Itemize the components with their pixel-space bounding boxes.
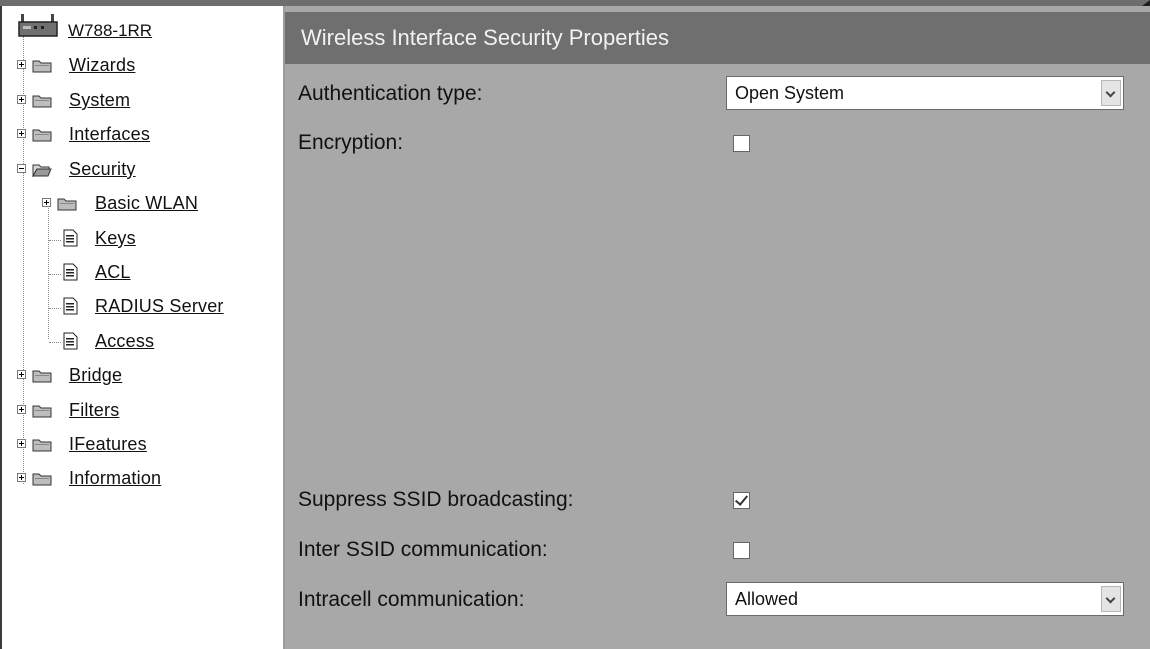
properties-panel: Wireless Interface Security Properties A… — [285, 6, 1150, 649]
folder-icon — [32, 370, 52, 383]
folder-icon — [32, 405, 52, 418]
tree-item-label[interactable]: IFeatures — [69, 434, 147, 455]
tree-item-label[interactable]: Security — [69, 159, 136, 180]
tree-item-radius-server[interactable]: RADIUS Server — [42, 296, 302, 320]
folder-icon — [32, 129, 52, 142]
document-icon — [63, 297, 78, 315]
plus-icon[interactable] — [17, 60, 26, 69]
inter-ssid-label: Inter SSID communication: — [298, 538, 548, 561]
plus-icon[interactable] — [17, 370, 26, 379]
tree-item-filters[interactable]: Filters — [17, 400, 277, 424]
tree-item-access[interactable]: Access — [42, 331, 302, 355]
document-icon — [63, 332, 78, 350]
inter-ssid-checkbox[interactable] — [733, 542, 750, 559]
tree-item-label[interactable]: Filters — [69, 400, 119, 421]
chevron-down-icon[interactable] — [1101, 80, 1121, 106]
tree-item-label[interactable]: Bridge — [69, 365, 122, 386]
auth-type-value: Open System — [735, 83, 845, 103]
intracell-value: Allowed — [735, 589, 799, 609]
encryption-label: Encryption: — [298, 131, 404, 154]
navigation-tree: W788-1RR Wizards System Interfaces Secur… — [0, 6, 283, 649]
tree-root[interactable]: W788-1RR — [18, 14, 238, 44]
document-icon — [63, 263, 78, 281]
tree-item-label[interactable]: RADIUS Server — [95, 296, 224, 317]
tree-item-basic-wlan[interactable]: Basic WLAN — [42, 193, 302, 217]
tree-item-label[interactable]: Interfaces — [69, 124, 150, 145]
intracell-label: Intracell communication: — [298, 588, 525, 611]
tree-item-bridge[interactable]: Bridge — [17, 365, 277, 389]
tree-item-information[interactable]: Information — [17, 468, 277, 492]
tree-item-acl[interactable]: ACL — [42, 262, 302, 286]
tree-item-system[interactable]: System — [17, 90, 277, 114]
tree-item-security[interactable]: Security — [17, 159, 277, 183]
tree-item-interfaces[interactable]: Interfaces — [17, 124, 277, 148]
tree-item-keys[interactable]: Keys — [42, 228, 302, 252]
folder-icon — [32, 95, 52, 108]
tree-item-label[interactable]: Information — [69, 468, 161, 489]
plus-icon[interactable] — [17, 405, 26, 414]
plus-icon[interactable] — [17, 473, 26, 482]
suppress-ssid-checkbox[interactable] — [733, 492, 750, 509]
folder-icon — [32, 473, 52, 486]
tree-item-ifeatures[interactable]: IFeatures — [17, 434, 277, 458]
intracell-select[interactable]: Allowed — [726, 582, 1124, 616]
plus-icon[interactable] — [17, 129, 26, 138]
tree-item-label[interactable]: ACL — [95, 262, 131, 283]
tree-item-label[interactable]: System — [69, 90, 130, 111]
folder-open-icon — [32, 164, 52, 177]
tree-item-label[interactable]: Access — [95, 331, 154, 352]
folder-icon — [32, 439, 52, 452]
folder-icon — [57, 198, 77, 211]
tree-item-wizards[interactable]: Wizards — [17, 55, 277, 79]
auth-type-label: Authentication type: — [298, 82, 483, 105]
minus-icon[interactable] — [17, 164, 26, 173]
device-icon — [18, 14, 58, 37]
encryption-checkbox[interactable] — [733, 135, 750, 152]
document-icon — [63, 229, 78, 247]
plus-icon[interactable] — [17, 439, 26, 448]
folder-icon — [32, 60, 52, 73]
tree-item-label[interactable]: Basic WLAN — [95, 193, 198, 214]
plus-icon[interactable] — [42, 198, 51, 207]
tree-item-label[interactable]: Keys — [95, 228, 136, 249]
root-label[interactable]: W788-1RR — [68, 21, 152, 41]
suppress-ssid-label: Suppress SSID broadcasting: — [298, 488, 574, 511]
plus-icon[interactable] — [17, 95, 26, 104]
checkmark-icon — [734, 492, 749, 506]
chevron-down-icon[interactable] — [1101, 586, 1121, 612]
auth-type-select[interactable]: Open System — [726, 76, 1124, 110]
panel-title: Wireless Interface Security Properties — [285, 12, 1150, 64]
tree-item-label[interactable]: Wizards — [69, 55, 135, 76]
